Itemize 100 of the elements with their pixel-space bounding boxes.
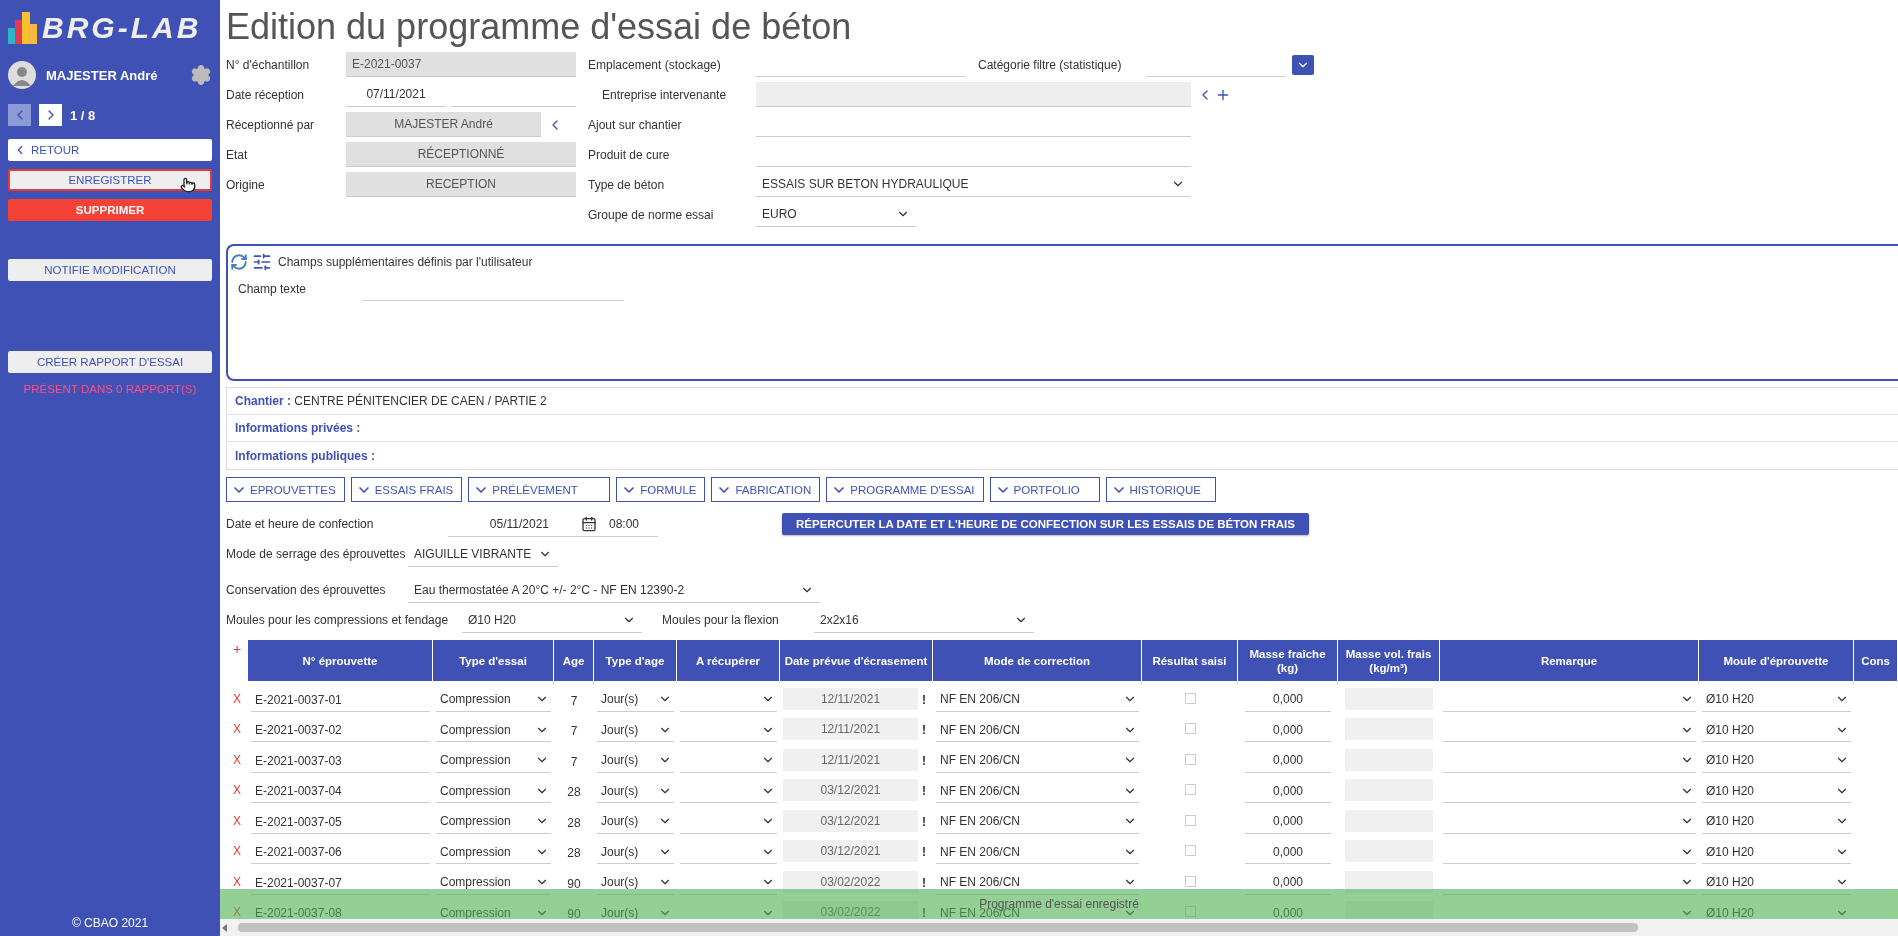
select-field[interactable]: NF EN 206/CN <box>936 779 1139 803</box>
select-field[interactable]: Jour(s) <box>597 687 674 712</box>
refresh-icon[interactable] <box>230 253 248 271</box>
apply-date-button[interactable]: RÉPERCUTER LA DATE ET L'HEURE DE CONFECTION SUR LES ESSAIS DE BÉTON FRAIS <box>782 513 1309 535</box>
select-field[interactable]: Ø10 H20 <box>1702 779 1851 803</box>
page-title: Edition du programme d'essai de béton <box>226 6 853 49</box>
select-field[interactable]: Compression <box>436 748 551 773</box>
info-text: Informations privées : <box>235 421 361 435</box>
checkbox[interactable] <box>1184 692 1196 704</box>
back-button[interactable]: RETOUR <box>8 139 212 161</box>
delete-row-button[interactable]: X <box>229 783 245 803</box>
date-field[interactable]: 05/11/2021 <box>448 511 603 537</box>
number-field[interactable]: 0,000 <box>1245 840 1331 864</box>
select-field[interactable]: Ø10 H20 <box>1702 718 1851 742</box>
number-field[interactable]: 0,000 <box>1245 809 1331 834</box>
report-note: PRÉSENT DANS 0 RAPPORT(S) <box>22 383 198 395</box>
delete-row-button[interactable]: X <box>229 813 245 834</box>
section-tab[interactable]: ESSAIS FRAIS <box>350 477 463 502</box>
select-field[interactable]: NF EN 206/CN <box>936 809 1139 834</box>
select-field[interactable]: NF EN 206/CN <box>936 870 1139 895</box>
section-tab[interactable]: PROGRAMME D'ESSAI <box>826 477 984 502</box>
delete-row-button[interactable]: X <box>229 844 245 864</box>
select-field[interactable]: Ø10 H20 <box>1702 748 1851 773</box>
table-cell-text: 7 <box>569 693 579 710</box>
date-field[interactable]: 07/11/2021 <box>346 82 446 107</box>
select-field[interactable]: ESSAIS SUR BETON HYDRAULIQUE <box>756 172 1191 197</box>
table-cell-text: 7 <box>569 754 579 771</box>
section-tab[interactable]: PRÉLÈVEMENT <box>468 477 611 502</box>
field-label: Emplacement (stockage) <box>588 57 722 72</box>
action-button[interactable]: ENREGISTRER <box>8 169 212 191</box>
readonly-field: MAJESTER André <box>346 112 541 137</box>
select-field[interactable]: Ø10 H20 <box>462 607 642 633</box>
column-header: Type d'essai <box>433 640 554 681</box>
checkbox[interactable] <box>1184 753 1196 765</box>
select-field[interactable]: Compression <box>436 870 551 895</box>
select-field[interactable]: 2x2x16 <box>814 607 1034 633</box>
select-field[interactable]: NF EN 206/CN <box>936 687 1139 712</box>
select-field[interactable]: Jour(s) <box>597 870 674 895</box>
lookup-field[interactable] <box>756 82 1191 107</box>
select-field[interactable]: Compression <box>436 809 551 834</box>
section-tab[interactable]: FABRICATION <box>711 477 821 502</box>
pointer-cursor-icon <box>180 177 196 193</box>
delete-button[interactable]: SUPPRIMER <box>8 199 212 221</box>
section-tab[interactable]: HISTORIQUE <box>1105 477 1216 502</box>
delete-row-button[interactable]: X <box>229 691 245 712</box>
section-tab[interactable]: FORMULE <box>616 477 706 502</box>
field-label: Groupe de norme essai <box>588 207 715 222</box>
select-field[interactable]: Compression <box>436 687 551 712</box>
checkbox[interactable] <box>1184 814 1196 826</box>
select-field[interactable]: Compression <box>436 840 551 864</box>
select-field[interactable]: NF EN 206/CN <box>936 718 1139 742</box>
checkbox[interactable] <box>1184 845 1196 856</box>
number-field[interactable]: 0,000 <box>1245 779 1331 803</box>
column-header: Remarque <box>1440 640 1699 681</box>
time-field[interactable]: 08:00 <box>603 511 658 537</box>
select-field[interactable]: AIGUILLE VIBRANTE <box>408 541 558 567</box>
action-button[interactable]: CRÉER RAPPORT D'ESSAI <box>8 351 212 373</box>
select-field[interactable]: Ø10 H20 <box>1702 870 1851 895</box>
select-field[interactable]: NF EN 206/CN <box>936 748 1139 773</box>
select-field[interactable]: Ø10 H20 <box>1702 809 1851 834</box>
select-field[interactable]: Ø10 H20 <box>1702 687 1851 712</box>
settings-icon[interactable] <box>190 64 212 86</box>
section-tab[interactable]: PORTFOLIO <box>989 477 1100 502</box>
delete-row-button[interactable]: X <box>229 874 245 895</box>
date-field: 12/11/2021 <box>783 687 918 710</box>
number-field[interactable]: 0,000 <box>1245 687 1331 712</box>
select-field[interactable]: Jour(s) <box>597 718 674 742</box>
next-button[interactable] <box>39 104 62 126</box>
checkbox[interactable] <box>1184 723 1196 734</box>
date-field: 12/11/2021 <box>783 748 918 771</box>
select-field[interactable]: EURO <box>756 202 916 227</box>
select-field[interactable]: Jour(s) <box>597 779 674 803</box>
column-header: Résultat saisi <box>1142 640 1238 681</box>
field-label: Etat <box>226 147 249 162</box>
field-label: Produit de cure <box>588 147 671 162</box>
dropdown-button[interactable] <box>1292 54 1314 75</box>
select-field[interactable]: Jour(s) <box>597 809 674 834</box>
select-field[interactable]: Compression <box>436 779 551 803</box>
delete-row-button[interactable]: X <box>229 752 245 773</box>
horizontal-scrollbar[interactable] <box>220 919 1898 936</box>
calendar-icon[interactable] <box>581 515 597 532</box>
action-button[interactable]: NOTIFIE MODIFICATION <box>8 259 212 281</box>
number-field[interactable]: 0,000 <box>1245 870 1331 895</box>
checkbox[interactable] <box>1184 784 1196 795</box>
select-field[interactable]: NF EN 206/CN <box>936 840 1139 864</box>
select-field[interactable]: Jour(s) <box>597 748 674 773</box>
number-field[interactable]: 0,000 <box>1245 748 1331 773</box>
readonly-field: RECEPTION <box>346 172 576 197</box>
section-tab[interactable]: EPROUVETTES <box>226 477 345 502</box>
scroll-left-icon[interactable] <box>222 923 228 932</box>
table-cell: E-2021-0037-04 <box>251 784 430 803</box>
checkbox[interactable] <box>1184 875 1196 887</box>
table-cell-text: 90 <box>566 907 582 923</box>
select-field[interactable]: Compression <box>436 718 551 742</box>
delete-row-button[interactable]: X <box>229 722 245 742</box>
select-field[interactable]: Jour(s) <box>597 840 674 864</box>
number-field[interactable]: 0,000 <box>1245 718 1331 742</box>
select-field[interactable]: Ø10 H20 <box>1702 840 1851 864</box>
sliders-icon[interactable] <box>252 252 272 272</box>
select-field[interactable]: Eau thermostatée A 20°C +/- 2°C - NF EN 12390-2 <box>408 577 820 603</box>
